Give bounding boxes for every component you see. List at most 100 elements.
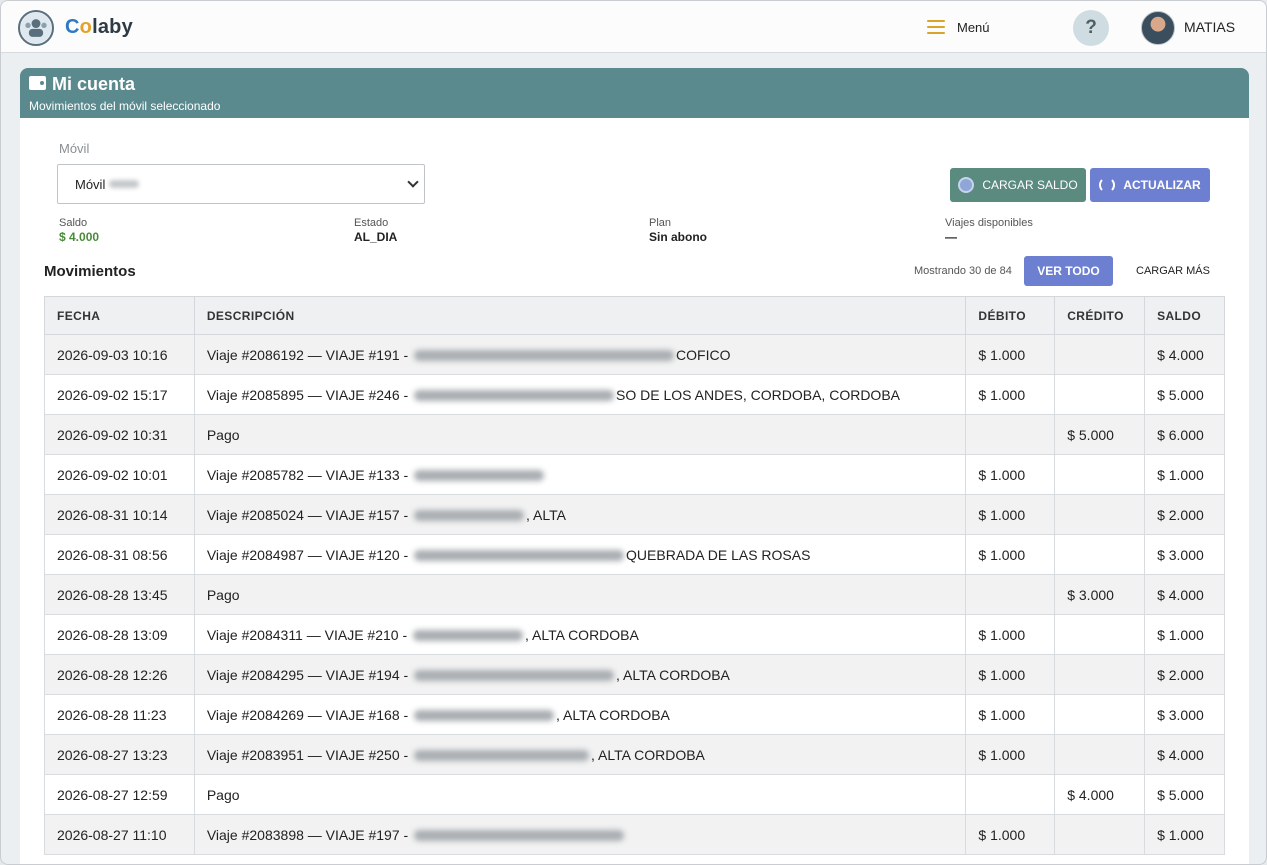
cell-balance: $ 1.000: [1144, 614, 1225, 655]
cell-date: 2026-08-31 10:14: [44, 494, 195, 535]
stat-trips-available: Viajes disponibles —: [945, 217, 1033, 244]
cell-credit: [1054, 734, 1146, 775]
table-row[interactable]: 2026-08-27 11:10 Viaje #2083898 — VIAJE #…: [44, 814, 1225, 855]
cell-date: 2026-08-27 11:10: [44, 814, 195, 855]
view-all-button[interactable]: VER TODO: [1024, 256, 1113, 286]
table-row[interactable]: 2026-09-02 10:01 Viaje #2085782 — VIAJE #…: [44, 454, 1225, 495]
cell-balance: $ 4.000: [1144, 334, 1225, 375]
card-header: Mi cuenta Movimientos del móvil seleccio…: [20, 68, 1249, 118]
load-more-button[interactable]: CARGAR MÁS: [1128, 256, 1218, 286]
column-header-debit[interactable]: DÉBITO: [965, 296, 1056, 335]
page-title: Mi cuenta: [52, 74, 136, 94]
description-text: Viaje #2084311 — VIAJE #210 -: [206, 626, 412, 643]
cell-date: 2026-08-28 13:45: [44, 574, 195, 615]
cell-credit: [1054, 814, 1146, 855]
menu-label: Menú: [957, 19, 990, 35]
refresh-button[interactable]: ACTUALIZAR: [1090, 168, 1210, 202]
column-header-credit[interactable]: CRÉDITO: [1054, 296, 1146, 335]
column-header-date[interactable]: FECHA: [44, 296, 195, 335]
vehicle-select[interactable]: Móvil: [57, 164, 425, 204]
table-row[interactable]: 2026-08-31 08:56 Viaje #2084987 — VIAJE #…: [44, 534, 1225, 575]
cell-debit: [965, 414, 1056, 455]
stat-value: —: [945, 230, 957, 244]
table-row[interactable]: 2026-08-27 12:59 Pago $ 4.000 $ 5.000: [44, 774, 1225, 815]
showing-count: Mostrando 30 de 84: [914, 265, 1012, 277]
page-subtitle: Movimientos del móvil seleccionado: [29, 99, 221, 113]
description-text: Viaje #2085024 — VIAJE #157 -: [206, 506, 413, 523]
vehicle-select-value: Móvil: [75, 176, 106, 192]
cell-debit: $ 1.000: [965, 494, 1056, 535]
cell-description: Viaje #2084987 — VIAJE #120 - QUEBRADA D…: [193, 534, 967, 575]
description-text: Viaje #2083898 — VIAJE #197 -: [206, 826, 413, 843]
redacted-text: [414, 750, 590, 762]
cell-balance: $ 2.000: [1144, 654, 1225, 695]
cell-balance: $ 3.000: [1144, 694, 1225, 735]
help-icon: ?: [1085, 17, 1097, 38]
brand-name[interactable]: Colaby: [65, 16, 133, 39]
cell-debit: $ 1.000: [965, 614, 1056, 655]
table-row[interactable]: 2026-08-28 13:45 Pago $ 3.000 $ 4.000: [44, 574, 1225, 615]
description-suffix: , ALTA CORDOBA: [525, 626, 639, 643]
charge-balance-label: CARGAR SALDO: [982, 178, 1078, 192]
cell-date: 2026-09-02 15:17: [44, 374, 195, 415]
redacted-text: [414, 710, 555, 722]
table-row[interactable]: 2026-09-03 10:16 Viaje #2086192 — VIAJE #…: [44, 334, 1225, 375]
stat-label: Saldo: [59, 217, 88, 229]
description-text: Pago: [206, 786, 240, 803]
table-row[interactable]: 2026-09-02 15:17 Viaje #2085895 — VIAJE #…: [44, 374, 1225, 415]
cell-credit: [1054, 494, 1146, 535]
cell-debit: $ 1.000: [965, 454, 1056, 495]
cell-description: Viaje #2085024 — VIAJE #157 - , ALTA: [193, 494, 967, 535]
cell-credit: [1054, 374, 1146, 415]
logo-icon[interactable]: [18, 10, 54, 46]
stat-label: Plan: [649, 217, 672, 229]
cell-description: Viaje #2084311 — VIAJE #210 - , ALTA COR…: [193, 614, 967, 655]
refresh-label: ACTUALIZAR: [1123, 178, 1201, 192]
cell-credit: [1054, 614, 1146, 655]
stat-value: Sin abono: [649, 230, 707, 244]
cell-credit: [1054, 454, 1146, 495]
stat-status: Estado AL_DIA: [354, 217, 397, 244]
description-text: Viaje #2084987 — VIAJE #120 -: [206, 546, 413, 563]
cell-description: Viaje #2083951 — VIAJE #250 - , ALTA COR…: [193, 734, 967, 775]
cell-credit: [1054, 654, 1146, 695]
redacted-text: [414, 670, 615, 682]
cell-date: 2026-08-28 11:23: [44, 694, 195, 735]
coin-icon: [958, 177, 975, 193]
description-suffix: COFICO: [676, 346, 731, 363]
description-text: Pago: [206, 426, 240, 443]
redacted-text: [413, 630, 524, 642]
stat-label: Estado: [354, 217, 389, 229]
cell-debit: [965, 574, 1056, 615]
user-name[interactable]: MATIAS: [1184, 19, 1235, 35]
table-row[interactable]: 2026-08-28 11:23 Viaje #2084269 — VIAJE #…: [44, 694, 1225, 735]
cell-balance: $ 3.000: [1144, 534, 1225, 575]
stat-plan: Plan Sin abono: [649, 217, 707, 244]
avatar[interactable]: [1141, 11, 1175, 45]
table-row[interactable]: 2026-08-28 12:26 Viaje #2084295 — VIAJE #…: [44, 654, 1225, 695]
description-suffix: SO DE LOS ANDES, CORDOBA, CORDOBA: [616, 386, 900, 403]
description-suffix: QUEBRADA DE LAS ROSAS: [626, 546, 811, 563]
redacted-text: [414, 510, 525, 522]
table-row[interactable]: 2026-08-28 13:09 Viaje #2084311 — VIAJE #…: [44, 614, 1225, 655]
menu-button[interactable]: Menú: [927, 15, 990, 39]
column-header-balance[interactable]: SALDO: [1144, 296, 1225, 335]
description-suffix: , ALTA: [526, 506, 566, 523]
charge-balance-button[interactable]: CARGAR SALDO: [950, 168, 1086, 202]
cell-credit: [1054, 334, 1146, 375]
table-row[interactable]: 2026-08-27 13:23 Viaje #2083951 — VIAJE #…: [44, 734, 1225, 775]
app-window: Colaby Menú ? MATIAS Mi cuenta Movimient…: [0, 0, 1267, 865]
column-header-description[interactable]: DESCRIPCIÓN: [193, 296, 967, 335]
cell-balance: $ 4.000: [1144, 734, 1225, 775]
movements-table: FECHA DESCRIPCIÓN DÉBITO CRÉDITO SALDO 2…: [44, 296, 1225, 855]
table-row[interactable]: 2026-08-31 10:14 Viaje #2085024 — VIAJE #…: [44, 494, 1225, 535]
cell-description: Viaje #2085782 — VIAJE #133 -: [193, 454, 967, 495]
stat-value: AL_DIA: [354, 230, 398, 244]
cell-date: 2026-08-28 13:09: [44, 614, 195, 655]
movements-title: Movimientos: [44, 263, 136, 280]
table-row[interactable]: 2026-09-02 10:31 Pago $ 5.000 $ 6.000: [44, 414, 1225, 455]
help-button[interactable]: ?: [1073, 10, 1109, 46]
account-card: Mi cuenta Movimientos del móvil seleccio…: [20, 68, 1249, 864]
cell-date: 2026-09-02 10:31: [44, 414, 195, 455]
cell-date: 2026-08-27 13:23: [44, 734, 195, 775]
